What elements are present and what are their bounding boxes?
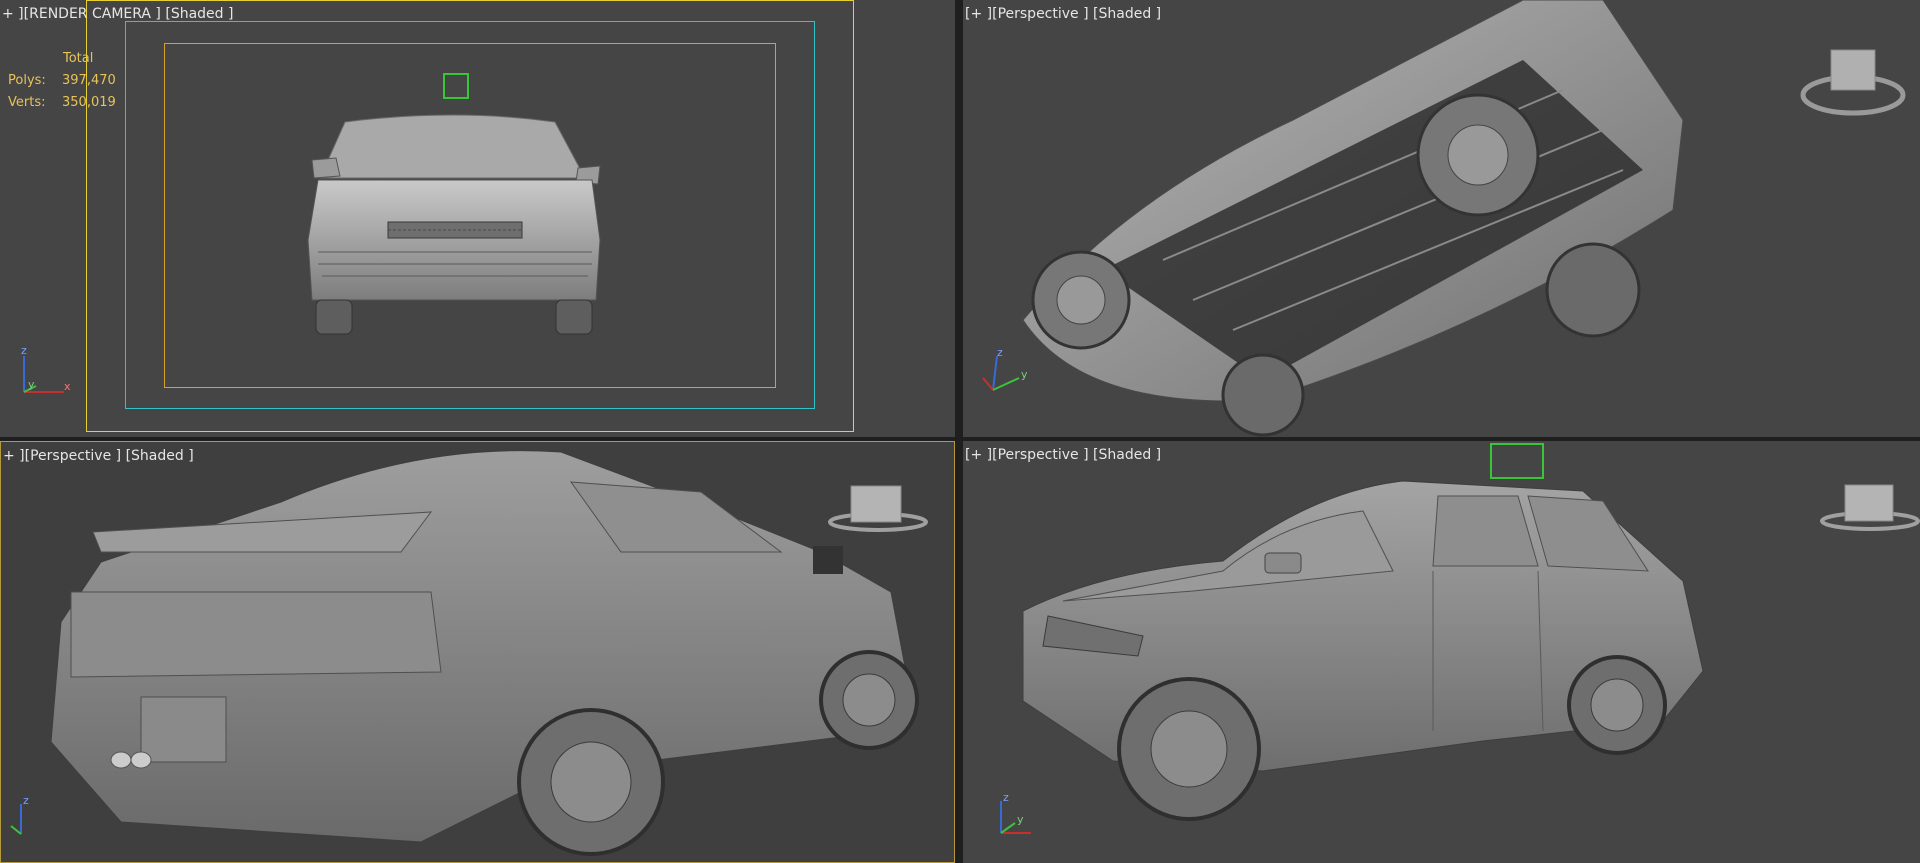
axis-tripod-icon: z y xyxy=(982,348,1028,391)
stats-verts-value: 350,019 xyxy=(62,95,116,110)
viewport-perspective-bottom-left[interactable]: + ][Perspective ] [Shaded ] z xyxy=(0,441,955,863)
viewport-perspective-top-right[interactable]: [+ ][Perspective ] [Shaded ] z y xyxy=(963,0,1920,437)
axis-tripod-icon: z xyxy=(10,794,29,835)
axis-y-label: y xyxy=(28,378,35,391)
stats-verts-label: Verts: xyxy=(8,95,46,110)
selection-bracket[interactable] xyxy=(1490,443,1544,479)
viewport-point-of-view-menu[interactable]: [Perspective ] xyxy=(992,6,1088,22)
viewport-label-tl: + ][RENDER CAMERA ] [Shaded ] xyxy=(2,6,233,22)
stats-polys-value: 397,470 xyxy=(62,73,116,88)
stats-polys-label: Polys: xyxy=(8,73,46,88)
viewport-point-of-view-menu[interactable]: [Perspective ] xyxy=(992,447,1088,463)
viewport-render-camera[interactable]: Total Polys: 397,470 Verts: 350,019 + ][… xyxy=(0,0,955,437)
viewport-shading-menu[interactable]: [Shaded ] xyxy=(1093,6,1161,22)
axis-z-label: z xyxy=(997,348,1003,359)
viewport-shading-menu[interactable]: [Shaded ] xyxy=(165,6,233,22)
viewcube-icon[interactable] xyxy=(1798,40,1908,120)
car-underside-view[interactable] xyxy=(963,0,1920,437)
viewport-label-tr: [+ ][Perspective ] [Shaded ] xyxy=(965,6,1161,22)
viewcube-icon[interactable] xyxy=(1818,481,1920,541)
viewport-point-of-view-menu[interactable]: [RENDER CAMERA ] xyxy=(24,6,161,22)
viewport-label-br: [+ ][Perspective ] [Shaded ] xyxy=(965,447,1161,463)
stats-total-header: Total xyxy=(63,51,94,66)
axis-z-label: z xyxy=(23,794,29,807)
viewport-shading-menu[interactable]: [Shaded ] xyxy=(126,448,194,464)
viewcube-icon[interactable] xyxy=(826,482,936,542)
axis-y-label: y xyxy=(1017,813,1024,826)
viewport-general-menu[interactable]: [+ ] xyxy=(965,447,992,463)
axis-tripod-icon: z y x xyxy=(21,346,71,393)
viewport-shading-menu[interactable]: [Shaded ] xyxy=(1093,447,1161,463)
viewport-general-menu[interactable]: [+ ] xyxy=(965,6,992,22)
viewport-point-of-view-menu[interactable]: [Perspective ] xyxy=(25,448,121,464)
viewport-general-menu[interactable]: + ] xyxy=(3,448,25,464)
viewport-general-menu[interactable]: + ] xyxy=(2,6,24,22)
axis-tripod-icon: z y xyxy=(1000,791,1031,834)
viewport-perspective-bottom-right[interactable]: [+ ][Perspective ] [Shaded ] z y xyxy=(963,441,1920,863)
axis-y-label: y xyxy=(1021,368,1028,381)
car-rear-quarter-view[interactable] xyxy=(1,442,955,863)
axis-z-label: z xyxy=(1003,791,1009,804)
car-front-quarter-view[interactable] xyxy=(963,441,1920,863)
axis-x-label: x xyxy=(64,380,71,393)
car-front-view[interactable] xyxy=(0,0,955,437)
axis-z-label: z xyxy=(21,346,27,357)
viewport-label-bl: + ][Perspective ] [Shaded ] xyxy=(3,448,194,464)
